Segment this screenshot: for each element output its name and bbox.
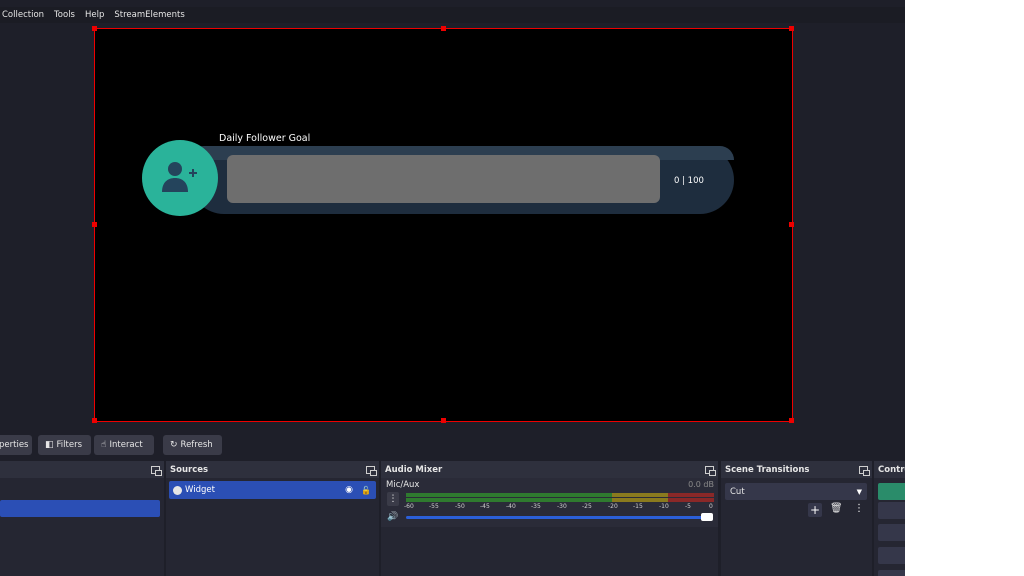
control-button[interactable] [878, 547, 905, 564]
preview-canvas[interactable]: Daily Follower Goal 0 | 100 [92, 26, 794, 423]
controls-title: Contro [878, 464, 905, 475]
properties-label: perties [0, 440, 29, 450]
interact-button[interactable]: ☝ Interact [94, 435, 154, 455]
controls-dock: Contro [874, 461, 905, 576]
menu-collection[interactable]: Collection [2, 10, 44, 20]
refresh-label: Refresh [180, 440, 213, 450]
visibility-icon[interactable]: ◉ [345, 485, 353, 495]
dock-header: Contro [874, 461, 905, 478]
tick-label: -5 [685, 503, 691, 510]
lock-icon[interactable]: 🔓 [361, 486, 371, 495]
resize-handle[interactable] [789, 26, 794, 31]
transition-select[interactable]: Cut ▼ [725, 483, 867, 500]
filters-label: Filters [56, 440, 82, 450]
browser-source-icon [173, 485, 182, 495]
filters-button[interactable]: ◧ Filters [38, 435, 91, 455]
mixer-channel: Mic/Aux 0.0 dB ⋮ -60 -55 -50 -45 -40 -35… [381, 478, 718, 527]
dock-header [0, 461, 164, 478]
goal-progress-track [227, 155, 660, 203]
source-item-widget[interactable]: Widget ◉ 🔓 [169, 481, 376, 499]
goal-count: 0 | 100 [674, 176, 704, 186]
meter-scale: -60 -55 -50 -45 -40 -35 -30 -25 -20 -15 … [381, 461, 718, 521]
sources-dock: Sources Widget ◉ 🔓 [166, 461, 379, 576]
tick-label: -40 [506, 503, 516, 510]
resize-handle[interactable] [92, 26, 97, 31]
interact-label: Interact [109, 440, 143, 450]
dock-header: Scene Transitions [721, 461, 872, 478]
resize-handle[interactable] [789, 222, 794, 227]
menu-streamelements[interactable]: StreamElements [114, 10, 184, 20]
tick-label: -55 [429, 503, 439, 510]
transition-value: Cut [730, 486, 745, 497]
menu-tools[interactable]: Tools [54, 10, 75, 20]
sources-title: Sources [170, 464, 209, 475]
add-user-icon [162, 162, 197, 192]
refresh-button[interactable]: ↻ Refresh [163, 435, 222, 455]
refresh-icon: ↻ [170, 440, 178, 450]
scenes-dock [0, 461, 164, 576]
chevron-down-icon: ▼ [856, 487, 862, 496]
audio-mixer-dock: Audio Mixer Mic/Aux 0.0 dB ⋮ -60 -55 -50… [381, 461, 718, 576]
source-toolbar: perties ◧ Filters ☝ Interact ↻ Refresh [0, 430, 905, 460]
resize-handle[interactable] [789, 418, 794, 423]
source-item-label: Widget [185, 485, 215, 495]
tick-label: -20 [608, 503, 618, 510]
undock-icon[interactable] [151, 465, 162, 476]
volume-slider[interactable] [406, 516, 712, 519]
obs-window: Collection Tools Help StreamElements Dai… [0, 0, 905, 576]
start-streaming-button[interactable] [878, 483, 905, 500]
add-icon[interactable]: + [808, 503, 822, 517]
tick-label: -15 [633, 503, 643, 510]
pointer-icon: ☝ [101, 440, 107, 450]
menu-bar: Collection Tools Help StreamElements [0, 7, 905, 23]
resize-handle[interactable] [92, 418, 97, 423]
control-button[interactable] [878, 570, 905, 576]
undock-icon[interactable] [366, 465, 377, 476]
tick-label: -25 [582, 503, 592, 510]
tick-label: -50 [455, 503, 465, 510]
properties-button[interactable]: perties [0, 435, 32, 455]
tick-label: -35 [531, 503, 541, 510]
resize-handle[interactable] [441, 418, 446, 423]
goal-title: Daily Follower Goal [219, 133, 311, 144]
goal-icon-circle [142, 140, 218, 216]
tick-label: -60 [404, 503, 414, 510]
volume-slider-handle[interactable] [701, 513, 713, 521]
undock-icon[interactable] [859, 465, 870, 476]
trash-icon[interactable]: 🗑 [830, 503, 843, 514]
filter-icon: ◧ [45, 440, 54, 450]
scene-transitions-dock: Scene Transitions Cut ▼ + 🗑 ⋮ [721, 461, 872, 576]
tick-label: -45 [480, 503, 490, 510]
transitions-title: Scene Transitions [725, 464, 810, 475]
tick-label: 0 [709, 503, 713, 510]
scene-item-selected[interactable] [0, 500, 160, 517]
tick-label: -10 [659, 503, 669, 510]
control-button[interactable] [878, 502, 905, 519]
menu-dots-icon[interactable]: ⋮ [854, 503, 864, 514]
dock-header: Sources [166, 461, 379, 478]
control-button[interactable] [878, 524, 905, 541]
tick-label: -30 [557, 503, 567, 510]
preview-area: Daily Follower Goal 0 | 100 [0, 23, 905, 430]
speaker-icon[interactable]: 🔊 [387, 512, 398, 522]
resize-handle[interactable] [441, 26, 446, 31]
resize-handle[interactable] [92, 222, 97, 227]
menu-help[interactable]: Help [85, 10, 104, 20]
